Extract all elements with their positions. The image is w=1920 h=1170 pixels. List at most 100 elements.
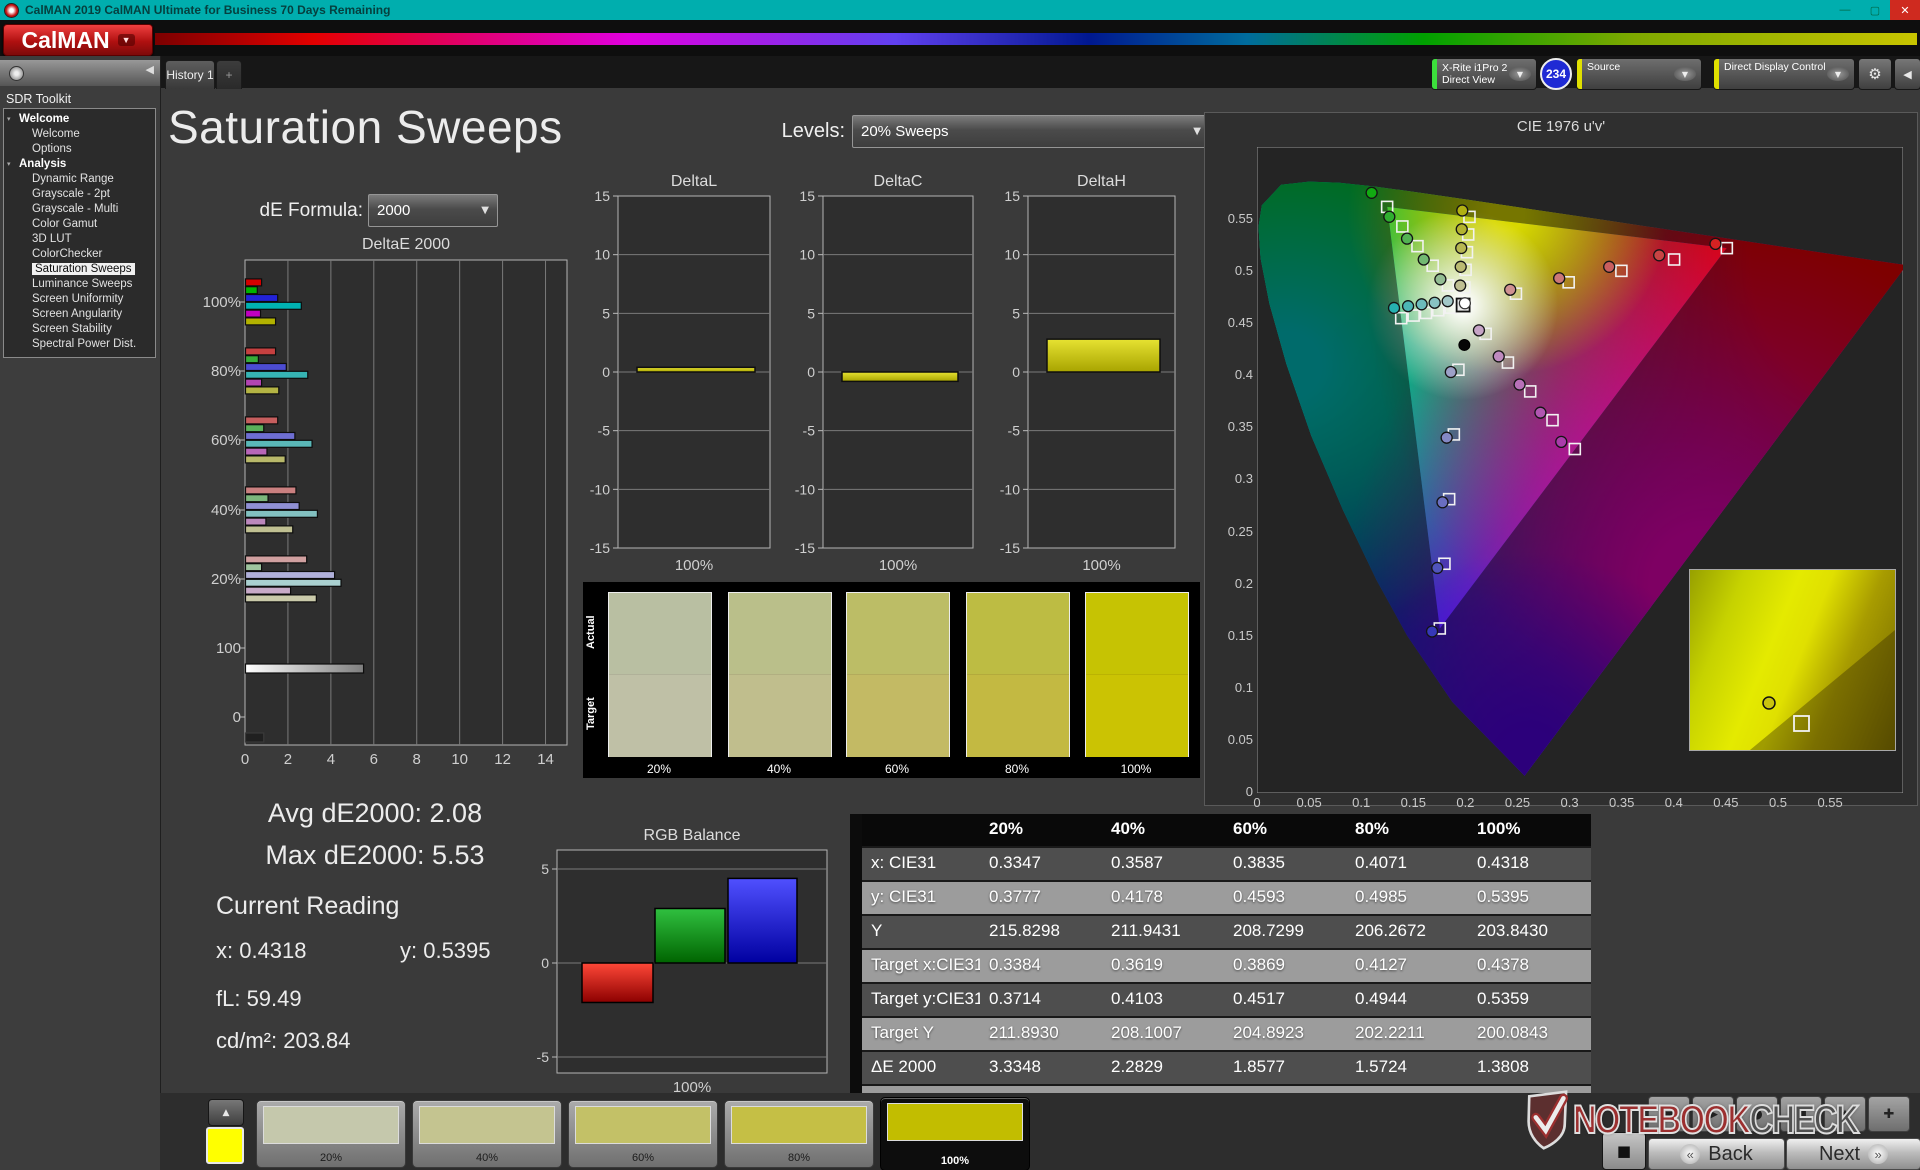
sidebar-item-welcome[interactable]: Welcome bbox=[4, 127, 155, 142]
sidebar-item-3d-lut[interactable]: 3D LUT bbox=[4, 232, 155, 247]
actual-row-label: Actual bbox=[585, 592, 601, 672]
sidebar-item-grayscale-2pt[interactable]: Grayscale - 2pt bbox=[4, 187, 155, 202]
results-table: 20%40%60%80%100%x: CIE310.33470.35870.38… bbox=[850, 814, 1591, 1102]
patch-button-60%[interactable]: 60% bbox=[568, 1100, 718, 1168]
cie-xtick: 0.45 bbox=[1706, 795, 1746, 810]
de-formula-label: dE Formula: bbox=[255, 200, 363, 222]
swatch-label: 20% bbox=[608, 762, 710, 776]
sidebar-item-grayscale-multi[interactable]: Grayscale - Multi bbox=[4, 202, 155, 217]
close-button[interactable]: ✕ bbox=[1890, 0, 1920, 20]
sidebar-item-luminance-sweeps[interactable]: Luminance Sweeps bbox=[4, 277, 155, 292]
tab-history-1[interactable]: History 1 bbox=[165, 60, 215, 89]
row-label: Target y:CIE31 bbox=[862, 984, 980, 1016]
calman-logo: CalMAN bbox=[21, 27, 109, 54]
levels-dropdown[interactable]: 20% Sweeps▼ bbox=[852, 115, 1210, 148]
svg-text:-5: -5 bbox=[1008, 423, 1021, 439]
patch-button-40%[interactable]: 40% bbox=[412, 1100, 562, 1168]
patch-button-80%[interactable]: 80% bbox=[724, 1100, 874, 1168]
media-button-4[interactable]: ■ bbox=[1780, 1096, 1822, 1132]
meter-count-badge[interactable]: 234 bbox=[1540, 58, 1572, 90]
svg-text:15: 15 bbox=[1004, 188, 1020, 204]
calman-app-icon bbox=[4, 3, 19, 18]
sidebar-item-saturation-sweeps[interactable]: Saturation Sweeps bbox=[4, 262, 155, 277]
cell: 0.5359 bbox=[1468, 984, 1591, 1016]
deltae2000-chart: DeltaE 200002468101214100%80%60%40%20%10… bbox=[195, 233, 595, 788]
sidebar-item-spectral-power-dist-[interactable]: Spectral Power Dist. bbox=[4, 337, 155, 352]
patch-label: 100% bbox=[881, 1155, 1029, 1167]
row-label: ΔE 2000 bbox=[862, 1052, 980, 1084]
add-tab-button[interactable]: + bbox=[216, 60, 242, 89]
sidebar-item-color-gamut[interactable]: Color Gamut bbox=[4, 217, 155, 232]
deltal-chart: DeltaL151050-5-10-15100% bbox=[583, 172, 805, 587]
display-control-dropdown[interactable]: Direct Display Control ▼ bbox=[1713, 58, 1855, 90]
table-body: 20%40%60%80%100%x: CIE310.33470.35870.38… bbox=[862, 814, 1591, 1120]
de-formula-dropdown[interactable]: 2000▼ bbox=[368, 194, 498, 227]
minimize-button[interactable]: — bbox=[1830, 0, 1860, 20]
sidebar-item-colorchecker[interactable]: ColorChecker bbox=[4, 247, 155, 262]
source-label: Source bbox=[1587, 61, 1620, 73]
svg-text:40%: 40% bbox=[211, 502, 241, 519]
svg-text:100: 100 bbox=[216, 640, 241, 657]
sidebar-item-screen-angularity[interactable]: Screen Angularity bbox=[4, 307, 155, 322]
patch-button-100%[interactable]: 100% bbox=[880, 1097, 1030, 1170]
gear-icon: ⚙ bbox=[1868, 65, 1881, 83]
cell: 0.3347 bbox=[980, 848, 1102, 880]
cell: 0.4944 bbox=[1346, 984, 1468, 1016]
swatch-label: 80% bbox=[966, 762, 1068, 776]
media-button-3[interactable]: ● bbox=[1736, 1096, 1778, 1132]
sidebar-item-dynamic-range[interactable]: Dynamic Range bbox=[4, 172, 155, 187]
tree-group-analysis[interactable]: ▾Analysis bbox=[4, 157, 155, 172]
sidebar-item-screen-uniformity[interactable]: Screen Uniformity bbox=[4, 292, 155, 307]
cell: 0.3384 bbox=[980, 950, 1102, 982]
meter-dropdown[interactable]: X-Rite i1Pro 2 Direct View ▼ bbox=[1431, 58, 1537, 90]
media-button-6[interactable]: ✚ bbox=[1868, 1096, 1910, 1132]
back-button[interactable]: « Back bbox=[1648, 1138, 1785, 1170]
tree-group-welcome[interactable]: ▾Welcome bbox=[4, 112, 155, 127]
cie-xtick: 0.5 bbox=[1758, 795, 1798, 810]
swatch-target bbox=[609, 674, 711, 757]
swatch-target bbox=[847, 674, 949, 757]
sidebar-item-screen-stability[interactable]: Screen Stability bbox=[4, 322, 155, 337]
patch-button-20%[interactable]: 20% bbox=[256, 1100, 406, 1168]
patch-swatch bbox=[419, 1106, 555, 1144]
sidebar-item-options[interactable]: Options bbox=[4, 142, 155, 157]
chevron-right-icon: » bbox=[1868, 1144, 1888, 1164]
stop-button[interactable]: ■ bbox=[1602, 1132, 1646, 1170]
row-label: Y bbox=[862, 916, 980, 948]
svg-text:DeltaH: DeltaH bbox=[1077, 173, 1126, 190]
rainbow-strip bbox=[155, 33, 1917, 45]
svg-text:-10: -10 bbox=[795, 481, 815, 497]
deltac-chart: DeltaC151050-5-10-15100% bbox=[788, 172, 1010, 587]
cell: 0.3777 bbox=[980, 882, 1102, 914]
current-patch-preview[interactable] bbox=[206, 1127, 244, 1164]
svg-text:DeltaE 2000: DeltaE 2000 bbox=[362, 236, 450, 253]
chevron-left-icon: « bbox=[1680, 1144, 1700, 1164]
scroll-up-button[interactable]: ▲ bbox=[208, 1099, 244, 1126]
next-button[interactable]: Next » bbox=[1786, 1138, 1920, 1170]
cie-ytick: 0.05 bbox=[1207, 732, 1253, 747]
media-button-5[interactable]: ▲ bbox=[1824, 1096, 1866, 1132]
media-button-2[interactable]: ▶ bbox=[1692, 1096, 1734, 1132]
patch-swatch bbox=[575, 1106, 711, 1144]
calman-menu-button[interactable]: CalMAN ▼ bbox=[3, 24, 153, 56]
table-row: x: CIE310.33470.35870.38350.40710.4318 bbox=[862, 848, 1591, 882]
media-button-1[interactable]: ▪ bbox=[1648, 1096, 1690, 1132]
record-indicator-icon[interactable] bbox=[9, 66, 24, 81]
cell: 0.3619 bbox=[1102, 950, 1224, 982]
settings-button[interactable]: ⚙ bbox=[1858, 58, 1892, 90]
maximize-button[interactable]: ▢ bbox=[1860, 0, 1890, 20]
swatch-actual bbox=[609, 593, 711, 674]
display-control-label: Direct Display Control bbox=[1724, 61, 1826, 73]
svg-text:0: 0 bbox=[807, 364, 815, 380]
cie-xtick: 0.05 bbox=[1289, 795, 1329, 810]
svg-text:-15: -15 bbox=[590, 540, 610, 556]
cell: 203.8430 bbox=[1468, 916, 1591, 948]
svg-text:8: 8 bbox=[413, 751, 421, 768]
svg-text:100%: 100% bbox=[675, 557, 713, 574]
current-fl: fL: 59.49 bbox=[216, 986, 302, 1012]
source-dropdown[interactable]: Source ▼ bbox=[1576, 58, 1702, 90]
collapse-panel-button[interactable]: ◀ bbox=[1894, 58, 1920, 90]
table-row: ΔE 20003.33482.28291.85771.57241.3808 bbox=[862, 1052, 1591, 1086]
cie-ytick: 0.1 bbox=[1207, 680, 1253, 695]
sidebar-collapse-button[interactable]: ◀ bbox=[146, 63, 154, 76]
